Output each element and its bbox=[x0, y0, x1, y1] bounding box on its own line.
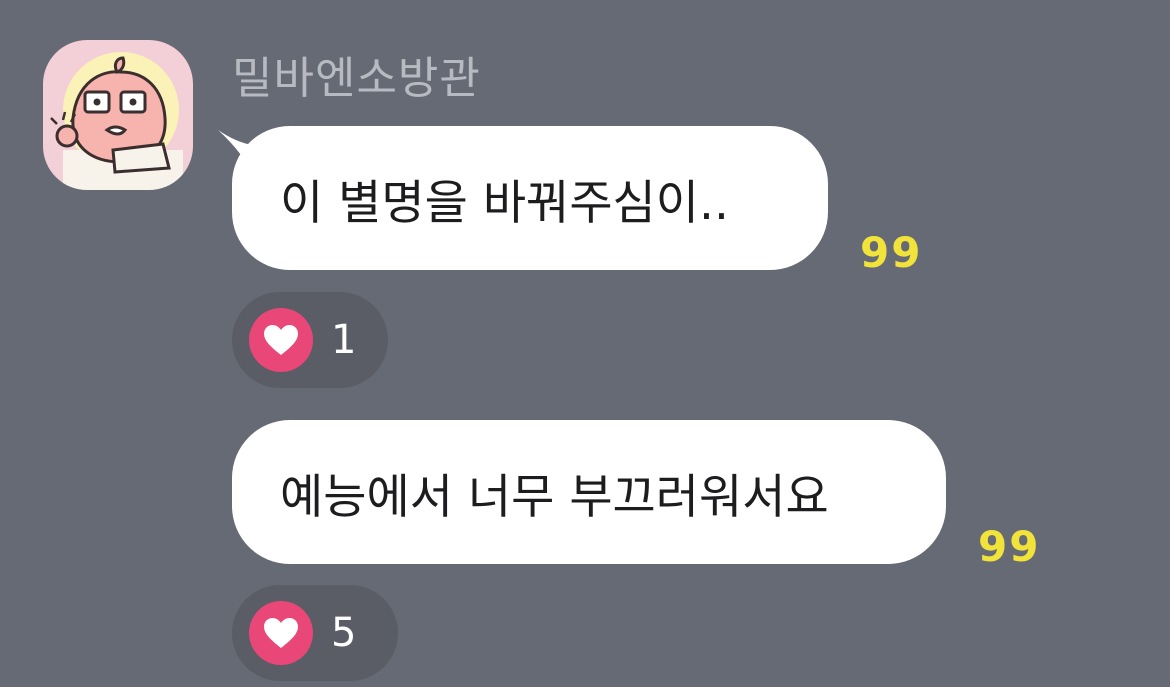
message-text: 예능에서 너무 부끄러워서요 bbox=[280, 469, 829, 525]
reaction-count: 1 bbox=[331, 317, 357, 363]
sender-name: 밀바엔소방관 bbox=[232, 53, 481, 104]
heart-icon bbox=[249, 601, 313, 665]
chat-screen: 밀바엔소방관 이 별명을 바꿔주심이.. 99 1 예능에서 너무 부끄러워서요… bbox=[0, 0, 1170, 687]
heart-icon bbox=[249, 308, 313, 372]
message-bubble[interactable]: 이 별명을 바꿔주심이.. bbox=[232, 126, 828, 270]
reaction-pill[interactable]: 1 bbox=[232, 292, 388, 388]
unread-count: 99 bbox=[860, 228, 923, 277]
reaction-count: 5 bbox=[331, 610, 357, 656]
message-bubble[interactable]: 예능에서 너무 부끄러워서요 bbox=[232, 420, 946, 564]
message-text: 이 별명을 바꿔주심이.. bbox=[280, 175, 729, 231]
avatar[interactable] bbox=[43, 40, 193, 190]
reaction-pill[interactable]: 5 bbox=[232, 585, 398, 681]
unread-count: 99 bbox=[978, 522, 1041, 571]
peach-character-icon bbox=[50, 52, 183, 190]
